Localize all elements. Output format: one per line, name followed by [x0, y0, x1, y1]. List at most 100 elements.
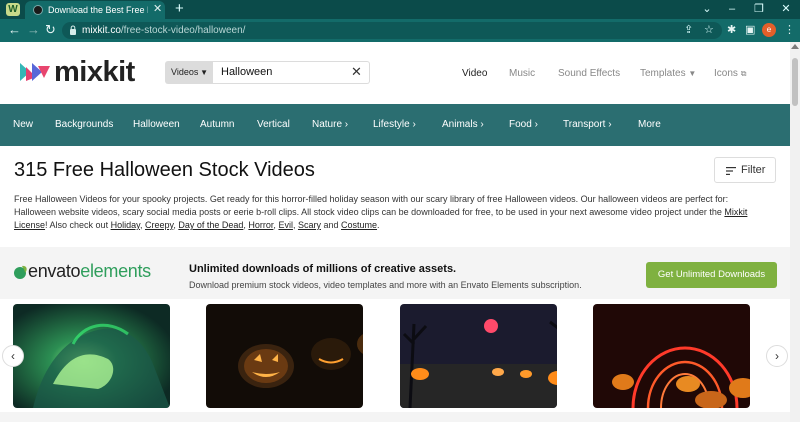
url-path: /free-stock-video/halloween/	[120, 25, 246, 36]
category-food-label: Food	[509, 119, 532, 130]
chevron-down-icon: ▼	[200, 68, 208, 77]
extensions-icon[interactable]: ✱	[727, 23, 736, 37]
address-bar-row: ← → ↻ mixkit.co/free-stock-video/hallowe…	[0, 19, 800, 42]
url-text: mixkit.co/free-stock-video/halloween/	[82, 24, 245, 37]
lock-icon	[70, 25, 76, 35]
tab-close-icon[interactable]: ✕	[153, 2, 162, 16]
category-nature[interactable]: Nature ›	[312, 118, 348, 131]
scroll-thumb[interactable]	[792, 58, 798, 106]
minimize-icon[interactable]: –	[719, 1, 745, 17]
video-thumbnail[interactable]	[206, 304, 363, 408]
restore-icon[interactable]: ❐	[746, 1, 772, 17]
address-bar[interactable]: mixkit.co/free-stock-video/halloween/ ⇪ …	[62, 22, 722, 39]
envato-leaf-icon[interactable]	[13, 264, 29, 280]
tab-bar: W Download the Best Free Hallowe ✕ + ⌄ –…	[0, 0, 800, 19]
scroll-up-arrow-icon[interactable]	[791, 44, 799, 49]
back-icon[interactable]: ←	[8, 22, 21, 38]
conjunction-text: and	[320, 220, 342, 230]
window-close-icon[interactable]: ✕	[773, 1, 799, 17]
chevron-right-icon: ›	[344, 119, 349, 130]
link-scary[interactable]: Scary	[298, 220, 321, 230]
new-tab-button[interactable]: +	[175, 0, 184, 18]
search-type-label: Videos	[171, 67, 199, 77]
video-thumbnail[interactable]	[400, 304, 557, 408]
category-lifestyle[interactable]: Lifestyle ›	[373, 118, 416, 131]
nav-video[interactable]: Video	[462, 67, 487, 80]
description-line: Free Halloween Videos for your spooky pr…	[14, 194, 729, 204]
url-domain: mixkit.co	[82, 25, 121, 36]
logo-wordmark[interactable]: mixkit	[54, 56, 135, 88]
link-creepy[interactable]: Creepy	[145, 220, 173, 230]
category-halloween[interactable]: Halloween	[133, 118, 180, 131]
video-thumbnail[interactable]	[13, 304, 170, 408]
external-link-icon: ⧉	[740, 69, 747, 78]
browser-tab[interactable]: Download the Best Free Hallowe ✕	[25, 1, 165, 19]
promo-subtext: Download premium stock videos, video tem…	[189, 280, 582, 290]
site-header: mixkit Videos ▼ Halloween ✕ Video Music …	[0, 42, 790, 104]
link-holiday[interactable]: Holiday	[111, 220, 140, 230]
nav-music[interactable]: Music	[509, 67, 535, 80]
description-line: License! Also check out Holiday, Creepy,…	[14, 219, 784, 232]
get-unlimited-downloads-button[interactable]: Get Unlimited Downloads	[646, 262, 777, 288]
envato-brand-text: envato	[28, 261, 81, 281]
nav-templates[interactable]: Templates ▼	[640, 67, 696, 80]
category-autumn[interactable]: Autumn	[200, 118, 234, 131]
nav-sound-effects[interactable]: Sound Effects	[558, 67, 620, 80]
search-input[interactable]: Halloween	[213, 61, 370, 84]
category-transport[interactable]: Transport ›	[563, 118, 612, 131]
chevron-right-icon: ›	[412, 119, 416, 130]
link-horror[interactable]: Horror	[248, 220, 273, 230]
filter-icon	[726, 167, 736, 175]
mixkit-logo-icon[interactable]	[20, 63, 50, 81]
page-scrollbar[interactable]	[790, 42, 800, 422]
video-thumbnail[interactable]	[593, 304, 750, 408]
clear-search-icon[interactable]: ✕	[351, 64, 362, 80]
link-evil[interactable]: Evil	[278, 220, 293, 230]
nav-icons-label: Icons	[714, 68, 738, 79]
filter-button[interactable]: Filter	[714, 157, 776, 183]
page-description: Free Halloween Videos for your spooky pr…	[14, 193, 784, 232]
page-title: 315 Free Halloween Stock Videos	[14, 159, 315, 181]
category-vertical[interactable]: Vertical	[257, 118, 290, 131]
category-nature-label: Nature	[312, 119, 343, 130]
category-new[interactable]: New	[13, 118, 33, 131]
tab-search-icon[interactable]: ⌄	[694, 1, 720, 17]
period-text: .	[377, 220, 380, 230]
chevron-right-icon: ›	[534, 119, 538, 130]
carousel-next-icon[interactable]: ›	[766, 345, 788, 367]
category-transport-label: Transport	[563, 119, 606, 130]
forward-icon[interactable]: →	[27, 22, 40, 38]
link-day-of-the-dead[interactable]: Day of the Dead	[178, 220, 243, 230]
nav-icons[interactable]: Icons ⧉	[714, 67, 746, 80]
chevron-right-icon: ›	[480, 119, 484, 130]
category-more[interactable]: More	[638, 118, 661, 131]
category-lifestyle-label: Lifestyle	[373, 119, 410, 130]
link-costume[interactable]: Costume	[341, 220, 377, 230]
chevron-right-icon: ›	[608, 119, 612, 130]
side-panel-icon[interactable]: ▣	[745, 23, 755, 37]
mixkit-license-link[interactable]: License	[14, 220, 45, 230]
category-animals[interactable]: Animals ›	[442, 118, 484, 131]
category-backgrounds[interactable]: Backgrounds	[55, 118, 113, 131]
category-food[interactable]: Food ›	[509, 118, 538, 131]
reload-icon[interactable]: ↻	[45, 22, 56, 38]
app-icon: W	[6, 3, 20, 16]
envato-elements-logo[interactable]: envatoelements	[28, 261, 151, 281]
elements-brand-text: elements	[80, 261, 151, 281]
dark-forest-pumpkins-thumbnail	[400, 304, 557, 408]
category-bar: New Backgrounds Halloween Autumn Vertica…	[0, 104, 790, 146]
thumbnail-row-footer	[0, 412, 790, 422]
share-icon[interactable]: ⇪	[684, 23, 693, 37]
search-type-select[interactable]: Videos ▼	[165, 61, 213, 84]
description-line: Halloween website videos, scary social m…	[14, 206, 784, 219]
description-text: ! Also check out	[45, 220, 109, 230]
profile-avatar[interactable]: e	[762, 23, 776, 37]
carousel-prev-icon[interactable]: ‹	[2, 345, 24, 367]
neon-arches-pumpkins-thumbnail	[593, 304, 750, 408]
chevron-down-icon: ▼	[688, 69, 697, 78]
tab-title: Download the Best Free Hallowe	[48, 5, 148, 15]
menu-kebab-icon[interactable]: ⋮	[784, 23, 795, 37]
bookmark-star-icon[interactable]: ☆	[704, 23, 714, 37]
filter-label: Filter	[741, 164, 766, 176]
mixkit-license-link[interactable]: Mixkit	[724, 207, 747, 217]
